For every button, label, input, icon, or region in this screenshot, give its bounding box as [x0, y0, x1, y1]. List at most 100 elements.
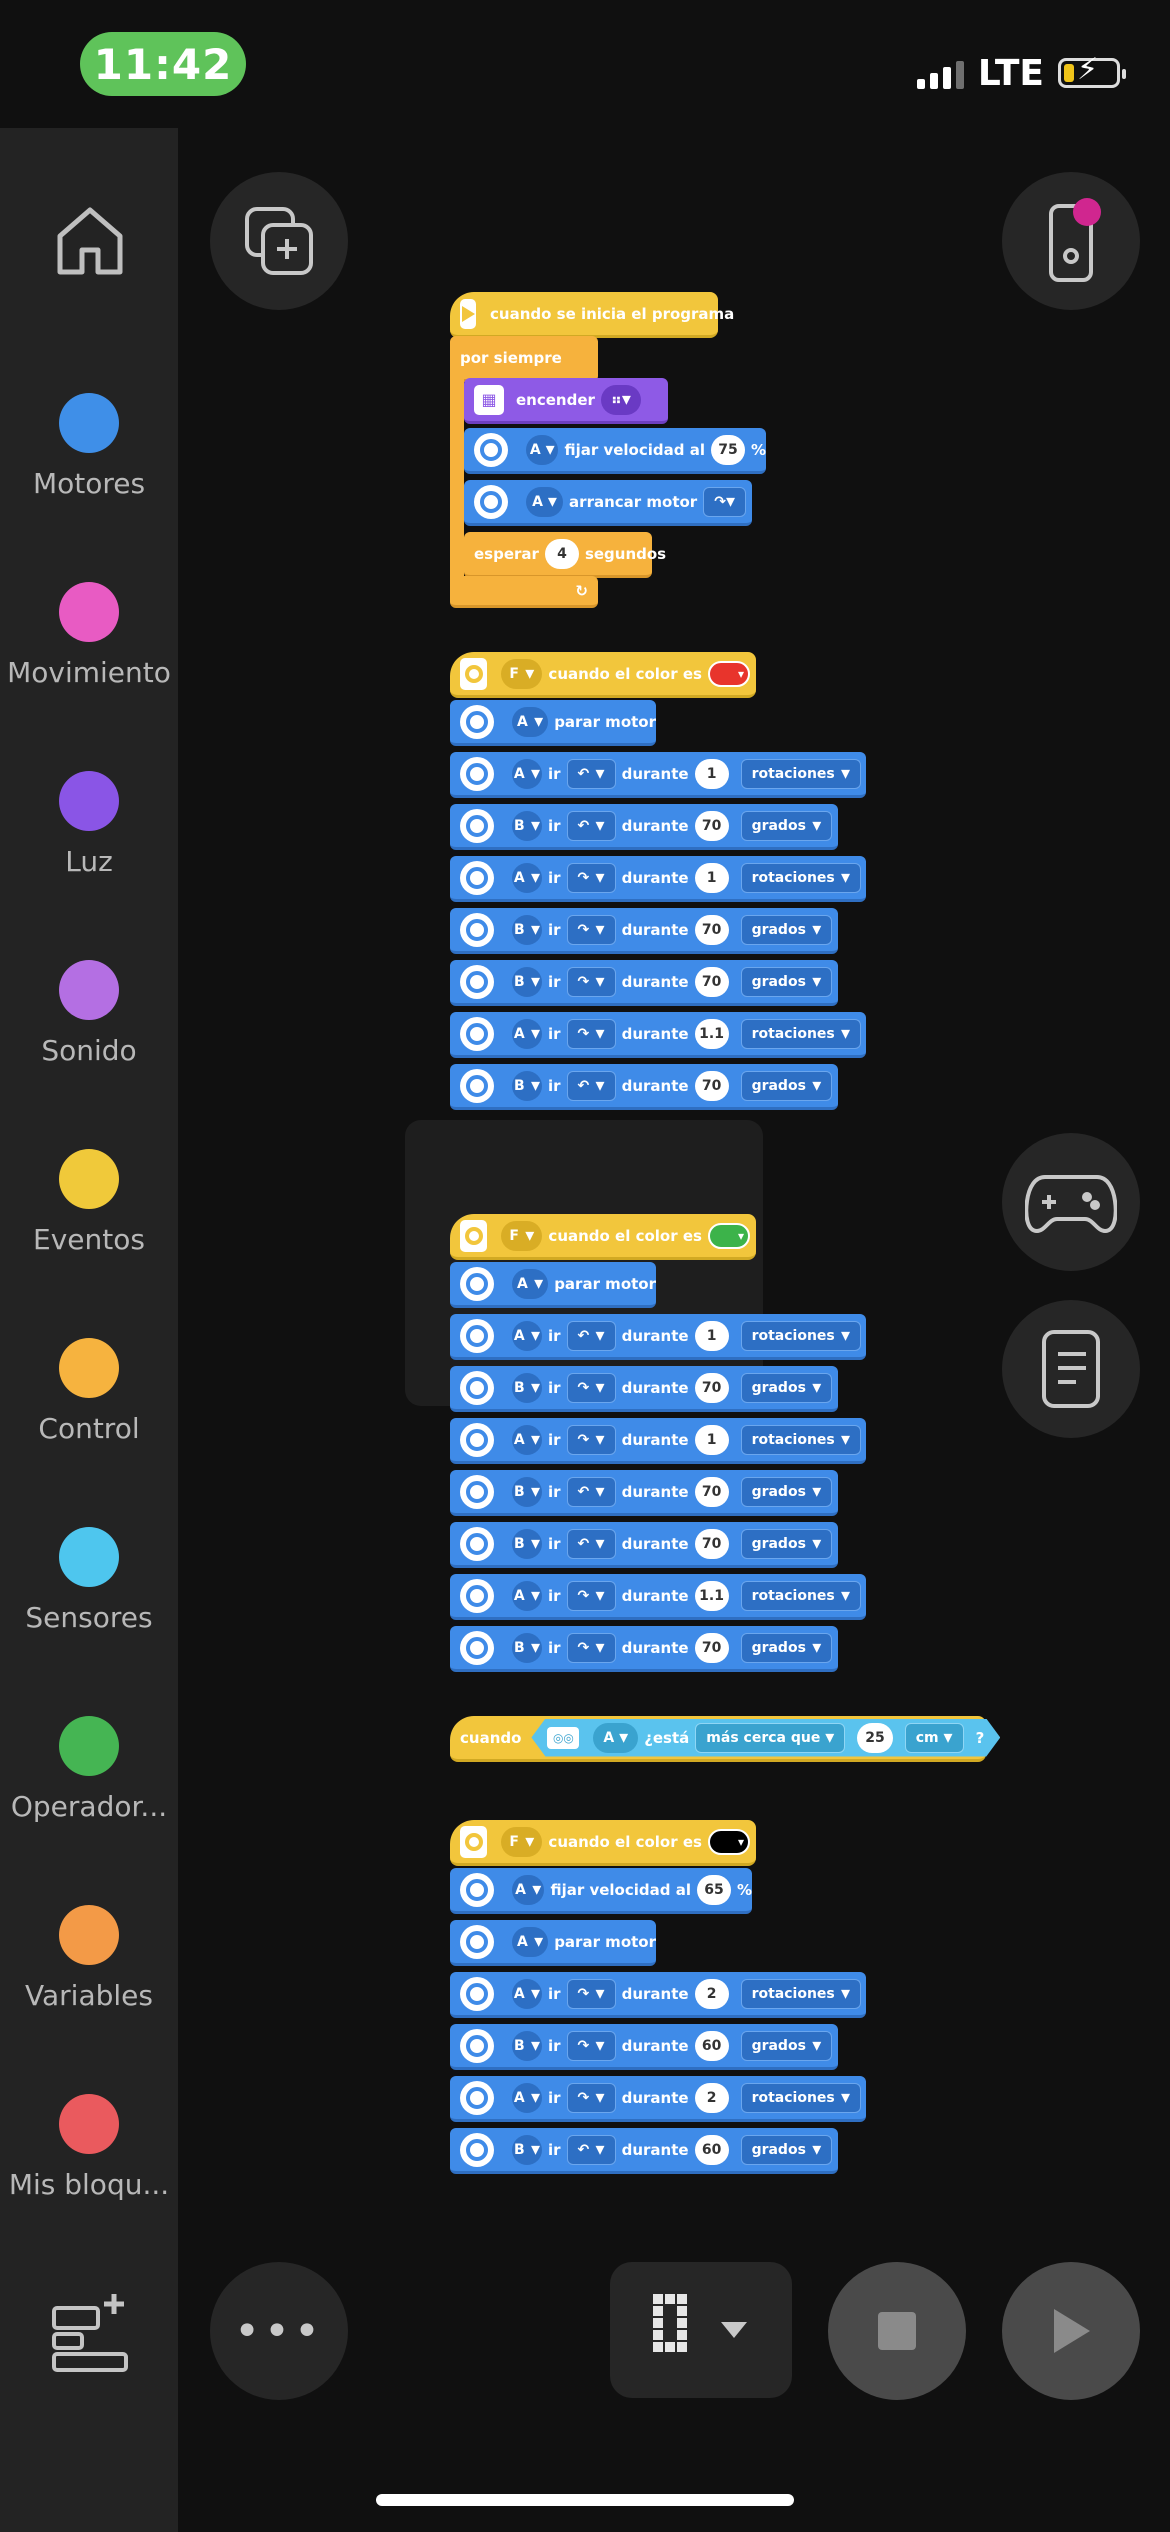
- port-dropdown[interactable]: A ▾: [512, 1580, 542, 1611]
- wait-block[interactable]: esperar 4 segundos: [464, 532, 666, 578]
- set-speed-block[interactable]: A ▾ fijar velocidad al 65%: [450, 1868, 752, 1914]
- category-sensores[interactable]: Sensores: [0, 1527, 178, 1634]
- start-motor-block[interactable]: A ▾ arrancar motor ↷ ▾: [464, 480, 752, 526]
- category-motores[interactable]: Motores: [0, 393, 178, 500]
- port-dropdown[interactable]: A ▾: [512, 758, 542, 789]
- remote-control-button[interactable]: [1002, 1133, 1140, 1271]
- unit-dropdown[interactable]: grados ▾: [740, 1070, 833, 1101]
- direction-dropdown[interactable]: ↷ ▾: [703, 486, 746, 517]
- wait-input[interactable]: 4: [544, 538, 579, 569]
- port-dropdown[interactable]: A ▾: [512, 1018, 542, 1049]
- unit-dropdown[interactable]: grados ▾: [740, 1632, 833, 1663]
- unit-dropdown[interactable]: grados ▾: [740, 1476, 833, 1507]
- unit-dropdown[interactable]: rotaciones ▾: [740, 1018, 862, 1049]
- amount-input[interactable]: 1.1: [694, 1018, 729, 1049]
- category-eventos[interactable]: Eventos: [0, 1149, 178, 1256]
- unit-dropdown[interactable]: grados ▾: [740, 966, 833, 997]
- direction-dropdown[interactable]: ↷ ▾: [566, 914, 616, 945]
- direction-dropdown[interactable]: ↶ ▾: [566, 1476, 616, 1507]
- amount-input[interactable]: 60: [694, 2134, 729, 2165]
- unit-dropdown[interactable]: grados ▾: [740, 2134, 833, 2165]
- port-dropdown[interactable]: A ▾: [512, 1320, 542, 1351]
- direction-dropdown[interactable]: ↷ ▾: [566, 862, 616, 893]
- distance-input[interactable]: 25: [857, 1723, 892, 1753]
- port-dropdown[interactable]: B ▾: [512, 810, 542, 841]
- direction-dropdown[interactable]: ↶ ▾: [566, 758, 616, 789]
- category-control[interactable]: Control: [0, 1338, 178, 1445]
- color-picker[interactable]: ▾: [707, 1828, 751, 1855]
- amount-input[interactable]: 1: [694, 758, 729, 789]
- when-program-starts-block[interactable]: cuando se inicia el programa: [450, 292, 734, 338]
- port-dropdown[interactable]: F ▾: [501, 1220, 543, 1251]
- unit-dropdown[interactable]: rotaciones ▾: [740, 2082, 862, 2113]
- unit-dropdown[interactable]: grados ▾: [740, 2030, 833, 2061]
- unit-dropdown[interactable]: rotaciones ▾: [740, 1320, 862, 1351]
- run-motor-for-block[interactable]: B ▾ ir ↶ ▾ durante 70 grados ▾: [450, 1470, 838, 1516]
- speed-input[interactable]: 75: [710, 434, 745, 465]
- direction-dropdown[interactable]: ↶ ▾: [566, 1070, 616, 1101]
- port-dropdown[interactable]: A ▾: [593, 1723, 638, 1753]
- port-dropdown[interactable]: A ▾: [512, 2082, 542, 2113]
- unit-dropdown[interactable]: cm ▾: [905, 1723, 964, 1753]
- direction-dropdown[interactable]: ↶ ▾: [566, 2134, 616, 2165]
- unit-dropdown[interactable]: grados ▾: [740, 1372, 833, 1403]
- notes-button[interactable]: [1002, 1300, 1140, 1438]
- amount-input[interactable]: 70: [694, 914, 729, 945]
- port-dropdown[interactable]: F ▾: [501, 658, 543, 689]
- run-motor-for-block[interactable]: B ▾ ir ↶ ▾ durante 70 grados ▾: [450, 1522, 838, 1568]
- amount-input[interactable]: 70: [694, 1528, 729, 1559]
- stop-motor-block[interactable]: A ▾ parar motor: [450, 1262, 656, 1308]
- run-motor-for-block[interactable]: A ▾ ir ↷ ▾ durante 1.1 rotaciones ▾: [450, 1012, 866, 1058]
- unit-dropdown[interactable]: grados ▾: [740, 1528, 833, 1559]
- when-color-block[interactable]: F ▾ cuando el color es ▾: [450, 652, 756, 698]
- amount-input[interactable]: 70: [694, 1070, 729, 1101]
- port-dropdown[interactable]: F ▾: [501, 1826, 543, 1857]
- port-dropdown[interactable]: A ▾: [512, 1268, 549, 1299]
- unit-dropdown[interactable]: rotaciones ▾: [740, 758, 862, 789]
- amount-input[interactable]: 70: [694, 1632, 729, 1663]
- stop-button[interactable]: [828, 2262, 966, 2400]
- amount-input[interactable]: 70: [694, 1372, 729, 1403]
- direction-dropdown[interactable]: ↷ ▾: [566, 1978, 616, 2009]
- stop-motor-block[interactable]: A ▾ parar motor: [450, 1920, 656, 1966]
- add-project-button[interactable]: [210, 172, 348, 310]
- port-dropdown[interactable]: A ▾: [512, 1874, 545, 1905]
- run-motor-for-block[interactable]: A ▾ ir ↷ ▾ durante 2 rotaciones ▾: [450, 2076, 866, 2122]
- port-dropdown[interactable]: B ▾: [512, 2134, 542, 2165]
- color-picker[interactable]: ▾: [707, 1222, 751, 1249]
- run-motor-for-block[interactable]: B ▾ ir ↷ ▾ durante 60 grados ▾: [450, 2024, 838, 2070]
- port-dropdown[interactable]: A ▾: [512, 1424, 542, 1455]
- direction-dropdown[interactable]: ↶ ▾: [566, 1320, 616, 1351]
- when-color-block[interactable]: F ▾ cuando el color es ▾: [450, 1820, 756, 1866]
- port-dropdown[interactable]: B ▾: [512, 1372, 542, 1403]
- run-motor-for-block[interactable]: B ▾ ir ↷ ▾ durante 70 grados ▾: [450, 1366, 838, 1412]
- direction-dropdown[interactable]: ↷ ▾: [566, 1424, 616, 1455]
- port-dropdown[interactable]: B ▾: [512, 966, 542, 997]
- amount-input[interactable]: 1: [694, 1424, 729, 1455]
- run-motor-for-block[interactable]: A ▾ ir ↷ ▾ durante 2 rotaciones ▾: [450, 1972, 866, 2018]
- home-icon[interactable]: [50, 200, 130, 280]
- matrix-picker[interactable]: ⠶ ▾: [600, 384, 641, 415]
- category-mis-bloqu[interactable]: Mis bloqu...: [0, 2094, 178, 2201]
- add-extension-icon[interactable]: [48, 2290, 132, 2374]
- port-dropdown[interactable]: B ▾: [512, 1476, 542, 1507]
- hub-connection-button[interactable]: [1002, 172, 1140, 310]
- category-sonido[interactable]: Sonido: [0, 960, 178, 1067]
- amount-input[interactable]: 2: [694, 2082, 729, 2113]
- category-operador[interactable]: Operador...: [0, 1716, 178, 1823]
- light-on-block[interactable]: ▦ encender ⠶ ▾: [464, 378, 668, 424]
- direction-dropdown[interactable]: ↷ ▾: [566, 2082, 616, 2113]
- stop-motor-block[interactable]: A ▾ parar motor: [450, 700, 656, 746]
- speed-input[interactable]: 65: [696, 1874, 731, 1905]
- run-motor-for-block[interactable]: B ▾ ir ↶ ▾ durante 70 grados ▾: [450, 1064, 838, 1110]
- run-motor-for-block[interactable]: A ▾ ir ↶ ▾ durante 1 rotaciones ▾: [450, 1314, 866, 1360]
- direction-dropdown[interactable]: ↷ ▾: [566, 1018, 616, 1049]
- run-motor-for-block[interactable]: A ▾ ir ↶ ▾ durante 1 rotaciones ▾: [450, 752, 866, 798]
- distance-condition[interactable]: ◎◎ A ▾ ¿está más cerca que ▾ 25 cm ▾ ?: [531, 1719, 1000, 1757]
- when-distance-block[interactable]: cuando ◎◎ A ▾ ¿está más cerca que ▾ 25 c…: [450, 1716, 986, 1762]
- unit-dropdown[interactable]: rotaciones ▾: [740, 1424, 862, 1455]
- set-speed-block[interactable]: A ▾ fijar velocidad al 75 %: [464, 428, 766, 474]
- port-dropdown[interactable]: A ▾: [526, 486, 564, 517]
- port-dropdown[interactable]: A ▾: [512, 706, 549, 737]
- amount-input[interactable]: 1: [694, 862, 729, 893]
